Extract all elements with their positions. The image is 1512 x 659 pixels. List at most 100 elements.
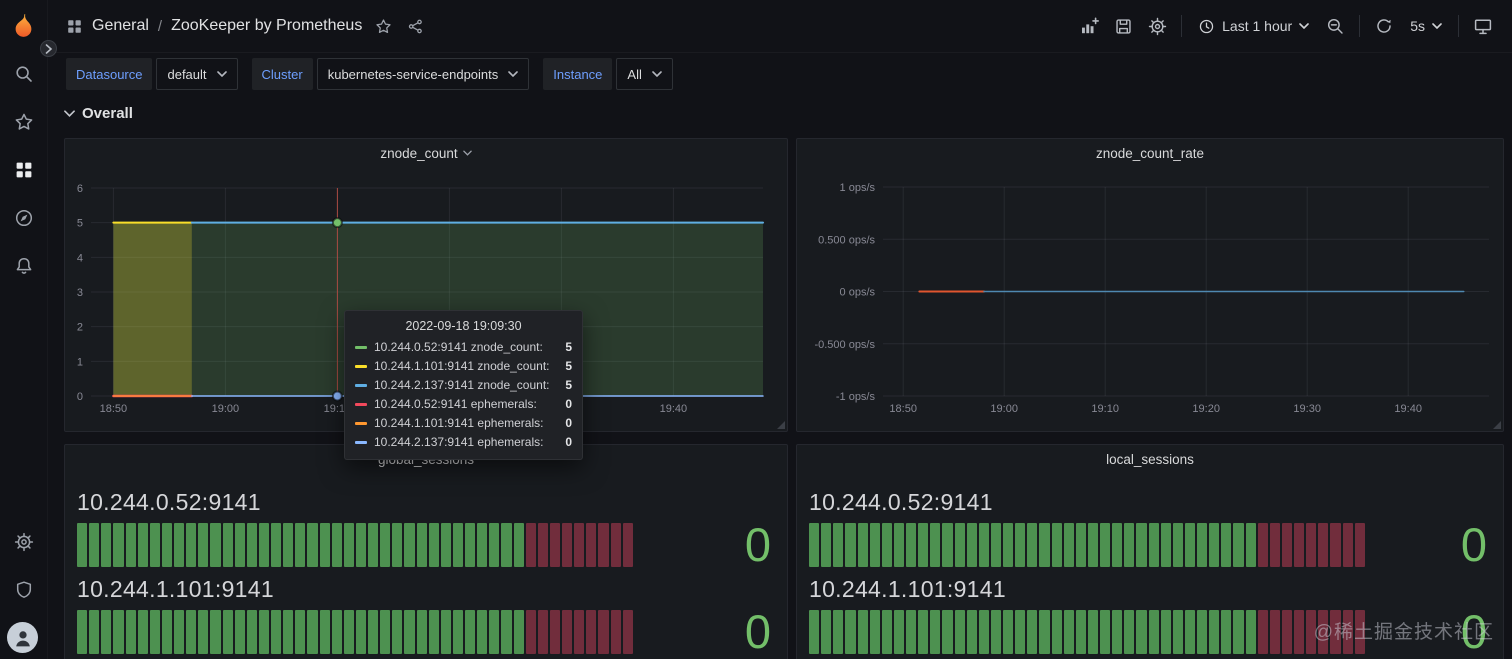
var-dropdown-datasource[interactable]: default — [156, 58, 238, 90]
gauge-cell — [833, 610, 844, 654]
gauge-cell — [210, 610, 221, 654]
led-gauge — [77, 523, 633, 567]
series-value: 0 — [565, 435, 572, 449]
svg-text:19:20: 19:20 — [1192, 403, 1220, 415]
gauge-cell — [89, 523, 100, 567]
save-icon — [1115, 18, 1131, 34]
gauge-cell — [1027, 610, 1038, 654]
gauge-cell — [881, 523, 892, 567]
zoom-out-time-button[interactable] — [1318, 9, 1352, 43]
series-color-swatch — [355, 440, 367, 444]
gauge-cell — [186, 523, 197, 567]
gauge-cell — [942, 523, 953, 567]
gauge-cell — [1075, 610, 1086, 654]
gauge-cell — [246, 523, 257, 567]
favorite-dashboard-button[interactable] — [375, 18, 392, 35]
svg-text:5: 5 — [77, 218, 83, 230]
panel-title-znode-count[interactable]: znode_count — [65, 139, 787, 167]
gauge-cell — [1112, 523, 1123, 567]
gauge-cell — [610, 610, 621, 654]
explore-button[interactable] — [13, 207, 35, 229]
gauge-cell — [234, 523, 245, 567]
gauge-cell — [845, 610, 856, 654]
var-dropdown-cluster[interactable]: kubernetes-service-endpoints — [316, 58, 530, 90]
gauge-cell — [598, 523, 609, 567]
dashboards-button[interactable] — [13, 159, 35, 181]
gauge-cell — [501, 610, 512, 654]
grafana-logo[interactable] — [10, 13, 37, 40]
panel-title-znode-count-rate[interactable]: znode_count_rate — [797, 139, 1503, 167]
tooltip-row: 10.244.1.101:9141 znode_count: 5 — [355, 358, 572, 374]
refresh-interval-picker[interactable]: 5s — [1401, 9, 1451, 43]
gauge-cell — [465, 610, 476, 654]
row-overall-toggle[interactable]: Overall — [64, 105, 133, 122]
var-value-text: All — [627, 66, 642, 82]
gauge-cell — [1269, 523, 1280, 567]
alerting-button[interactable] — [13, 255, 35, 277]
search-button[interactable] — [13, 63, 35, 85]
znode-count-rate-chart[interactable]: 1 ops/s 0.500 ops/s 0 ops/s -0.500 ops/s -1 … — [797, 167, 1503, 431]
led-gauge — [77, 610, 633, 654]
gauge-cell — [125, 610, 136, 654]
star-icon — [15, 113, 33, 130]
gauge-cell — [1136, 610, 1147, 654]
panel-title-local-sessions[interactable]: local_sessions — [797, 445, 1503, 473]
panel-resize-handle[interactable] — [777, 421, 785, 429]
gauge-cell — [1003, 523, 1014, 567]
gauge-cell — [331, 610, 342, 654]
gauge-cell — [1136, 523, 1147, 567]
gauge-cell — [452, 610, 463, 654]
expand-sidebar-button[interactable] — [40, 40, 57, 57]
save-dashboard-button[interactable] — [1106, 9, 1140, 43]
gauge-cell — [893, 523, 904, 567]
gauge-cell — [845, 523, 856, 567]
gauge-cell — [404, 610, 415, 654]
led-gauge — [809, 523, 1365, 567]
instance-label: 10.244.1.101:9141 — [77, 576, 274, 602]
gauge-cell — [295, 610, 306, 654]
series-name: 10.244.0.52:9141 ephemerals: — [374, 397, 537, 411]
var-dropdown-instance[interactable]: All — [616, 58, 673, 90]
gauge-cell — [465, 523, 476, 567]
gauge-value: 0 — [744, 605, 771, 658]
svg-text:18:50: 18:50 — [100, 403, 128, 415]
time-range-picker[interactable]: Last 1 hour — [1189, 9, 1318, 43]
gauge-cell — [1269, 610, 1280, 654]
share-dashboard-button[interactable] — [407, 18, 424, 35]
gauge-cell — [622, 523, 633, 567]
dashboards-icon — [16, 162, 32, 178]
gauge-cell — [271, 523, 282, 567]
gauge-cell — [906, 523, 917, 567]
series-color-swatch — [355, 421, 367, 425]
server-admin-button[interactable] — [13, 579, 35, 601]
gauge-cell — [622, 610, 633, 654]
gauge-cell — [258, 610, 269, 654]
refresh-button[interactable] — [1367, 9, 1401, 43]
tooltip-row: 10.244.0.52:9141 ephemerals: 0 — [355, 396, 572, 412]
gauge-cell — [392, 610, 403, 654]
panel-resize-handle[interactable] — [1493, 421, 1501, 429]
starred-dashboards-button[interactable] — [13, 111, 35, 133]
gauge-cell — [1184, 610, 1195, 654]
tooltip-timestamp: 2022-09-18 19:09:30 — [405, 319, 522, 333]
gauge-cell — [1063, 523, 1074, 567]
gauge-cell — [198, 610, 209, 654]
gauge-cell — [918, 523, 929, 567]
add-panel-button[interactable] — [1072, 9, 1106, 43]
chevron-down-icon — [1432, 23, 1442, 29]
configuration-button[interactable] — [13, 531, 35, 553]
gauge-cell — [392, 523, 403, 567]
user-avatar[interactable] — [7, 622, 38, 653]
gauge-cell — [1015, 523, 1026, 567]
led-gauge — [809, 610, 1365, 654]
gauge-cell — [380, 523, 391, 567]
shield-icon — [16, 581, 32, 598]
breadcrumb-folder[interactable]: General — [92, 17, 149, 35]
gauge-cell — [1233, 523, 1244, 567]
gauge-cell — [990, 610, 1001, 654]
cycle-view-mode-button[interactable] — [1466, 9, 1500, 43]
var-datasource: Datasource default — [66, 58, 238, 90]
dashboard-title[interactable]: ZooKeeper by Prometheus — [171, 17, 362, 35]
gauge-cell — [1330, 523, 1341, 567]
dashboard-settings-button[interactable] — [1140, 9, 1174, 43]
